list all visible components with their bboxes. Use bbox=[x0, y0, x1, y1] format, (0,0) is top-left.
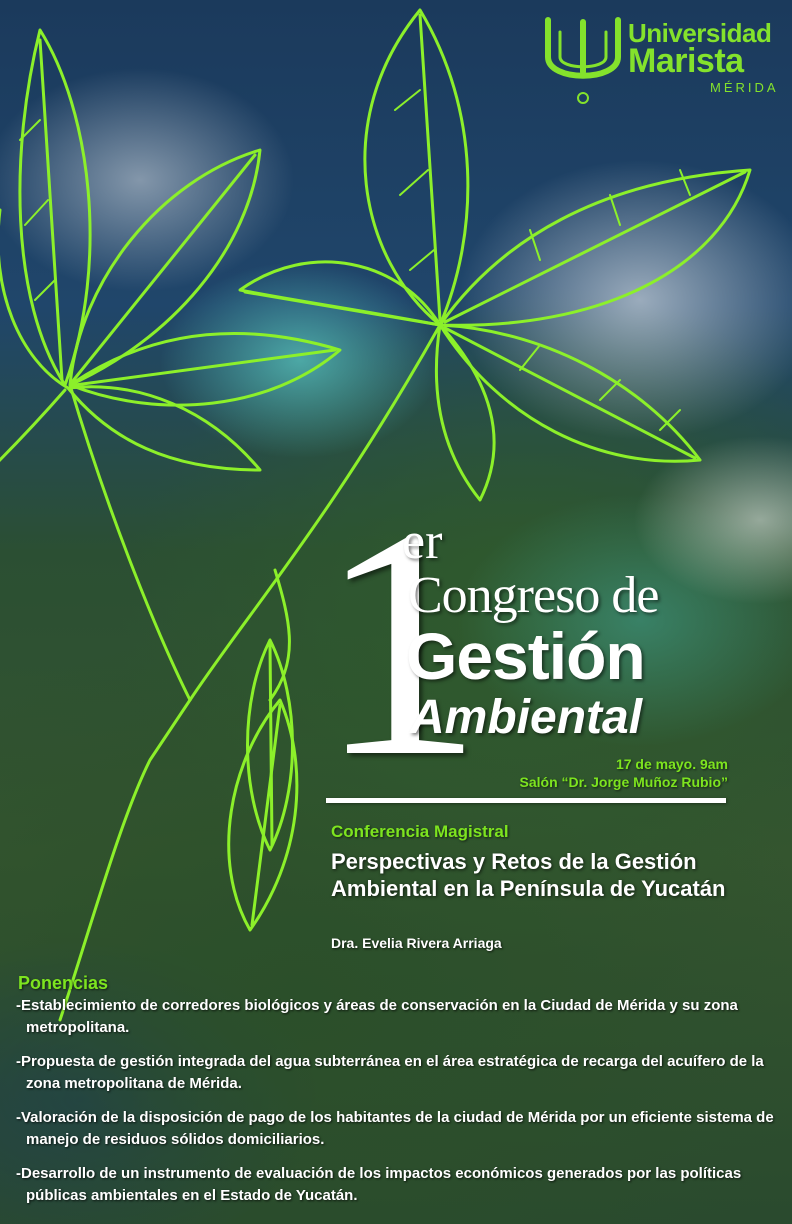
conference-label: Conferencia Magistral bbox=[331, 822, 509, 841]
title-ordinal: er bbox=[402, 513, 443, 570]
logo-line-merida: MÉRIDA bbox=[710, 80, 779, 95]
conference-speaker: Dra. Evelia Rivera Arriaga bbox=[331, 935, 502, 951]
ponencia-item: -Desarrollo de un instrumento de evaluac… bbox=[16, 1165, 742, 1204]
ponencia-item: -Establecimiento de corredores biológico… bbox=[16, 997, 738, 1036]
ponencia-item: -Propuesta de gestión integrada del agua… bbox=[16, 1053, 764, 1092]
conference-title: Perspectivas y Retos de la Gestión Ambie… bbox=[331, 849, 726, 901]
marista-u-logo-icon bbox=[545, 17, 621, 104]
ponencia-item: -Valoración de la disposición de pago de… bbox=[16, 1109, 774, 1148]
event-venue: Salón “Dr. Jorge Muñoz Rubio” bbox=[519, 774, 728, 790]
title-line-ambiental: Ambiental bbox=[410, 691, 643, 744]
event-date: 17 de mayo. 9am bbox=[615, 756, 728, 772]
divider-rule bbox=[326, 798, 726, 803]
ponencias-heading: Ponencias bbox=[18, 973, 109, 993]
logo-line-marista: Marista bbox=[628, 42, 744, 80]
ponencias-list: -Establecimiento de corredores biológico… bbox=[16, 995, 786, 1219]
title-line-congreso: Congreso de bbox=[408, 567, 659, 624]
university-logo: Universidad Marista MÉRIDA bbox=[538, 12, 778, 122]
title-line-gestion: Gestión bbox=[406, 619, 646, 693]
